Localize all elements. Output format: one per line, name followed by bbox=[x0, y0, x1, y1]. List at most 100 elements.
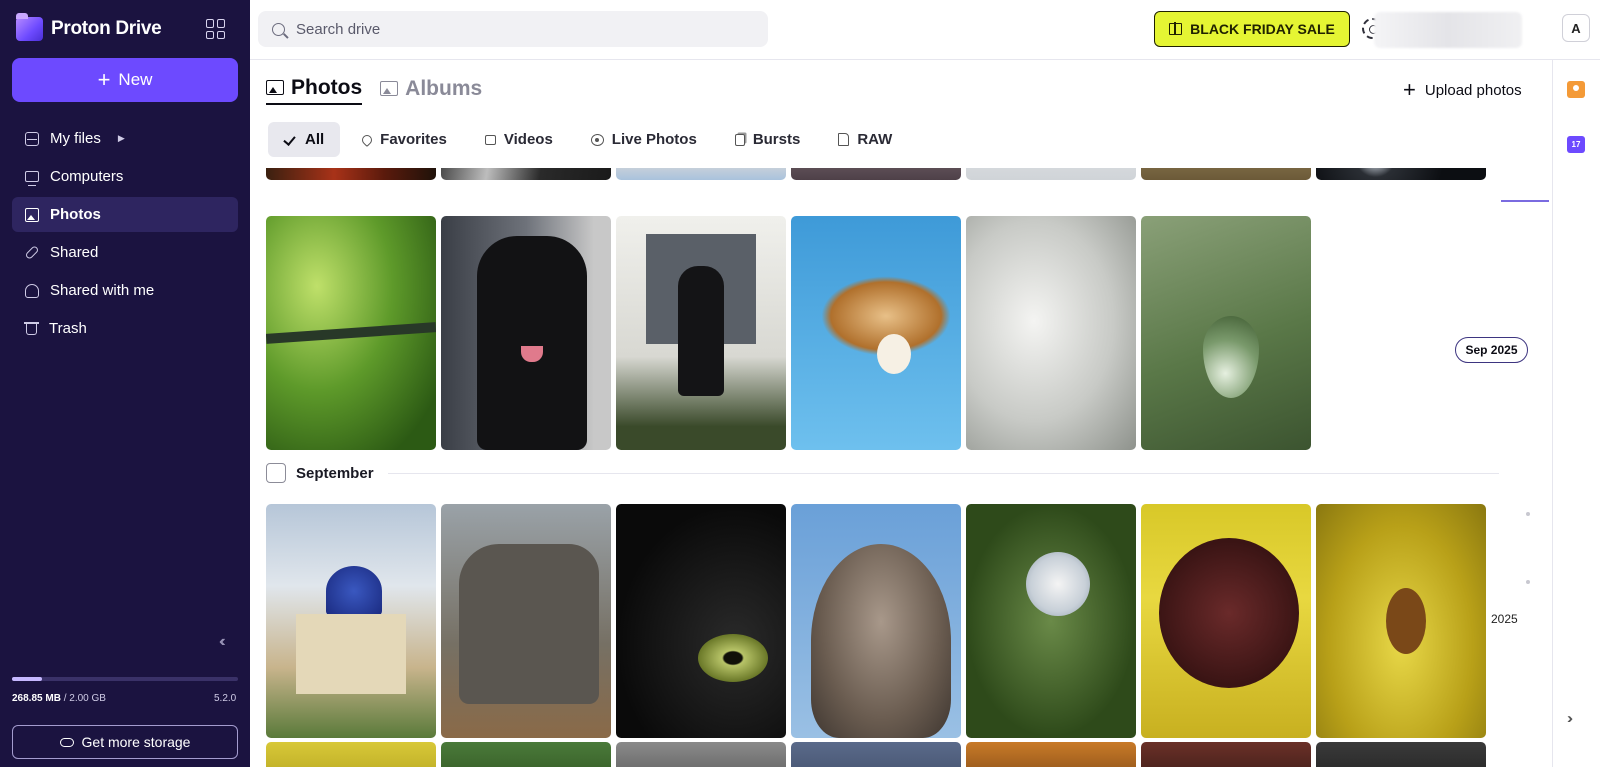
photo-thumbnail[interactable] bbox=[266, 168, 436, 180]
dog-shape bbox=[477, 236, 587, 450]
storage-total: 2.00 GB bbox=[69, 693, 106, 704]
link-icon bbox=[24, 245, 40, 260]
photo-thumbnail[interactable] bbox=[1316, 742, 1486, 767]
filter-favorites[interactable]: Favorites bbox=[346, 122, 463, 157]
app-switcher-icon[interactable] bbox=[206, 19, 226, 39]
divider bbox=[387, 472, 1499, 474]
photo-filters: All Favorites Videos Live Photos Bursts … bbox=[268, 122, 908, 157]
plus-icon: + bbox=[1403, 77, 1416, 102]
filter-all[interactable]: All bbox=[268, 122, 341, 157]
sidebar-item-shared[interactable]: Shared bbox=[12, 235, 238, 270]
contacts-icon[interactable] bbox=[1567, 81, 1585, 98]
black-friday-sale-button[interactable]: BLACK FRIDAY SALE bbox=[1154, 11, 1350, 47]
people-icon bbox=[25, 283, 39, 298]
filter-label: Live Photos bbox=[611, 131, 697, 148]
timeline-dot[interactable] bbox=[1526, 512, 1530, 516]
photo-thumbnail[interactable] bbox=[266, 216, 436, 450]
photo-thumbnail[interactable] bbox=[616, 504, 786, 738]
proton-drive-logo-icon bbox=[16, 13, 43, 41]
video-icon bbox=[484, 134, 496, 145]
sidebar-item-computers[interactable]: Computers bbox=[12, 159, 238, 194]
topbar: BLACK FRIDAY SALE A bbox=[250, 0, 1600, 60]
dog-shape bbox=[678, 266, 724, 396]
filter-videos[interactable]: Videos bbox=[469, 122, 569, 157]
photo-thumbnail[interactable] bbox=[791, 504, 961, 738]
storage-usage-text: 268.85 MB / 2.00 GB bbox=[12, 693, 106, 704]
search-box[interactable] bbox=[258, 11, 768, 47]
timeline-month-chip[interactable]: Sep 2025 bbox=[1455, 337, 1528, 363]
photo-thumbnail[interactable] bbox=[791, 216, 961, 450]
photo-thumbnail[interactable] bbox=[791, 742, 961, 767]
sidebar-item-label: My files bbox=[50, 130, 101, 147]
photo-thumbnail[interactable] bbox=[1141, 742, 1311, 767]
filter-label: Favorites bbox=[380, 131, 447, 148]
sidebar-item-trash[interactable]: Trash bbox=[12, 311, 238, 346]
timeline-scroll-marker[interactable] bbox=[1501, 200, 1549, 202]
storage-separator: / bbox=[60, 693, 70, 704]
sidebar-item-my-files[interactable]: My files ▶ bbox=[12, 121, 238, 156]
search-input[interactable] bbox=[296, 20, 736, 38]
storage-used: 268.85 MB bbox=[12, 693, 61, 704]
photo-thumbnail[interactable] bbox=[616, 742, 786, 767]
filter-bursts[interactable]: Bursts bbox=[719, 122, 817, 157]
photo-thumbnail[interactable] bbox=[441, 168, 611, 180]
new-button[interactable]: + New bbox=[12, 58, 238, 102]
sidebar-item-label: Photos bbox=[50, 206, 101, 223]
photo-thumbnail[interactable] bbox=[266, 742, 436, 767]
upload-photos-button[interactable]: + Upload photos bbox=[1403, 76, 1522, 104]
photos-albums-tabs: Photos Albums bbox=[266, 72, 482, 105]
select-section-checkbox[interactable] bbox=[266, 463, 286, 483]
heart-icon bbox=[360, 132, 375, 147]
photo-thumbnail[interactable] bbox=[966, 168, 1136, 180]
photo-thumbnail[interactable] bbox=[616, 168, 786, 180]
sidebar-item-shared-with-me[interactable]: Shared with me bbox=[12, 273, 238, 308]
promo-label: BLACK FRIDAY SALE bbox=[1190, 21, 1335, 37]
plus-icon: + bbox=[97, 67, 111, 92]
filter-raw[interactable]: RAW bbox=[822, 122, 908, 157]
caret-right-icon[interactable]: ▶ bbox=[118, 133, 125, 144]
filter-live-photos[interactable]: Live Photos bbox=[575, 122, 713, 157]
tab-albums[interactable]: Albums bbox=[380, 72, 482, 105]
photo-thumbnail[interactable] bbox=[616, 216, 786, 450]
photo-thumbnail[interactable] bbox=[966, 504, 1136, 738]
photo-grid: September bbox=[266, 168, 1552, 767]
sidebar-item-photos[interactable]: Photos bbox=[12, 197, 238, 232]
photo-thumbnail[interactable] bbox=[966, 216, 1136, 450]
sidebar: Proton Drive + New My files ▶ Computers … bbox=[0, 0, 250, 767]
photo-thumbnail[interactable] bbox=[441, 216, 611, 450]
get-more-storage-button[interactable]: Get more storage bbox=[12, 725, 238, 759]
owl-face-shape bbox=[877, 334, 911, 374]
photo-thumbnail[interactable] bbox=[1141, 168, 1311, 180]
tab-photos[interactable]: Photos bbox=[266, 72, 363, 105]
photo-thumbnail[interactable] bbox=[441, 742, 611, 767]
calendar-icon[interactable]: 17 bbox=[1567, 136, 1585, 153]
photo-thumbnail[interactable] bbox=[966, 742, 1136, 767]
photo-thumbnail[interactable] bbox=[1316, 168, 1486, 180]
photo-thumbnail[interactable] bbox=[1316, 504, 1486, 738]
live-photo-icon bbox=[590, 133, 604, 146]
brand[interactable]: Proton Drive bbox=[16, 13, 162, 44]
raw-file-icon bbox=[838, 133, 850, 146]
timeline-dot[interactable] bbox=[1526, 580, 1530, 584]
timeline-year-label[interactable]: 2025 bbox=[1491, 612, 1518, 626]
filter-label: Bursts bbox=[752, 131, 801, 148]
photo-thumbnail[interactable] bbox=[791, 168, 961, 180]
user-account-info[interactable] bbox=[1374, 12, 1522, 48]
new-button-label: New bbox=[118, 70, 153, 89]
avatar[interactable]: A bbox=[1562, 14, 1590, 42]
right-app-rail: 17 ›› bbox=[1552, 60, 1600, 767]
burst-icon bbox=[734, 133, 745, 146]
photo-thumbnail[interactable] bbox=[441, 504, 611, 738]
expand-rail-icon[interactable]: ›› bbox=[1567, 710, 1573, 727]
photo-thumbnail[interactable] bbox=[266, 504, 436, 738]
image-icon bbox=[266, 80, 284, 95]
search-icon bbox=[272, 22, 285, 36]
app-name: Proton Drive bbox=[51, 18, 162, 39]
photo-thumbnail[interactable] bbox=[1141, 504, 1311, 738]
upload-label: Upload photos bbox=[1424, 81, 1522, 99]
photo-thumbnail[interactable] bbox=[1141, 216, 1311, 450]
collapse-sidebar-icon[interactable]: ‹‹ bbox=[219, 633, 225, 651]
church-shape bbox=[296, 614, 406, 694]
section-header: September bbox=[266, 462, 1499, 484]
snake-shape bbox=[266, 322, 436, 344]
